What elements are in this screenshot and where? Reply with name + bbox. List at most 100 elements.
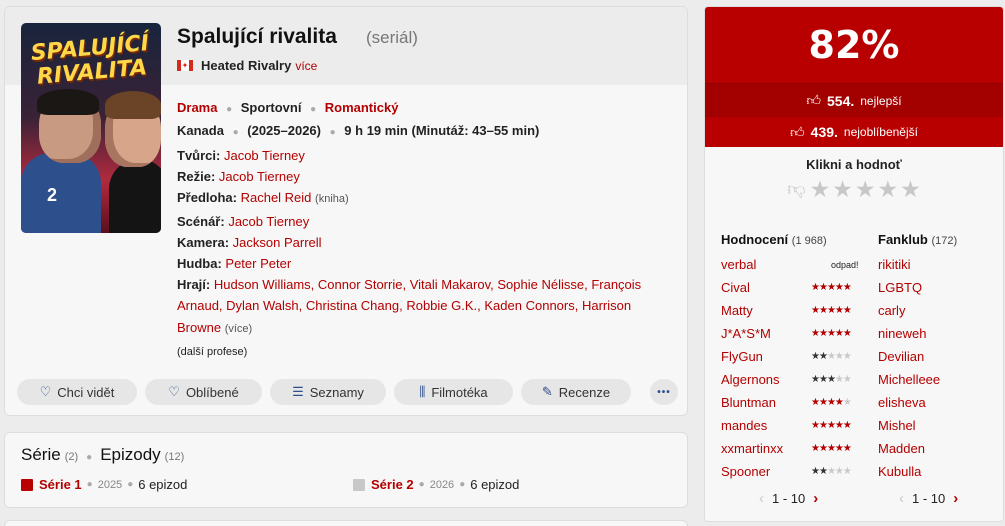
- heart-icon: ♡: [168, 384, 180, 399]
- music-label: Hudba:: [177, 256, 222, 272]
- rate-star-icon[interactable]: ★: [900, 176, 921, 202]
- star-filled-icon: ★: [842, 282, 852, 293]
- lists-button[interactable]: ☰ Seznamy: [270, 379, 386, 405]
- poster-hair-right: [105, 91, 161, 119]
- star-filled-icon: ★: [811, 374, 820, 385]
- thumbs-down-icon[interactable]: 👎︎: [787, 178, 805, 200]
- library-icon: ⫼: [419, 384, 426, 399]
- rating-stars: ★★★★★: [811, 328, 852, 339]
- music-link[interactable]: Peter Peter: [225, 256, 291, 271]
- season-item[interactable]: Série 2 ● 2026 ● 6 epizod: [353, 477, 519, 492]
- rating-user-link[interactable]: Spooner: [721, 464, 811, 479]
- rate-prompt: Klikni a hodnoť: [806, 157, 902, 172]
- cast-link[interactable]: Dylan Walsh: [226, 298, 298, 313]
- star-filled-icon: ★: [826, 397, 836, 408]
- cast-link[interactable]: Robbie G.K.: [406, 298, 477, 313]
- cast-link[interactable]: Christina Chang: [306, 298, 399, 313]
- fanclub-user-link[interactable]: carly: [878, 299, 940, 322]
- chevron-right-icon[interactable]: ›: [813, 490, 818, 507]
- creator-link[interactable]: Jacob Tierney: [224, 148, 305, 163]
- season-link[interactable]: Série 1: [39, 477, 82, 492]
- fanclub-count: (172): [931, 235, 958, 247]
- writer-link[interactable]: Jacob Tierney: [228, 214, 309, 229]
- star-filled-icon: ★: [811, 397, 820, 408]
- fanclub-user-link[interactable]: Devilian: [878, 345, 940, 368]
- cast-link[interactable]: Vitali Makarov: [410, 277, 490, 292]
- genre-drama-link[interactable]: Drama: [177, 100, 217, 115]
- film-type: (seriál): [366, 28, 418, 47]
- rating-user-link[interactable]: Matty: [721, 303, 811, 318]
- film-info: Drama ● Sportovní ● Romantický Kanada ● …: [177, 97, 677, 143]
- star-empty-icon: ★: [826, 466, 836, 477]
- cast-link[interactable]: Hudson Williams: [214, 277, 311, 292]
- fanclub-user-link[interactable]: elisheva: [878, 391, 940, 414]
- series-tab[interactable]: Série: [21, 445, 61, 465]
- rating-user-link[interactable]: mandes: [721, 418, 811, 433]
- rate-star-icon[interactable]: ★: [855, 176, 876, 202]
- season-item[interactable]: Série 1 ● 2025 ● 6 epizod: [21, 477, 187, 492]
- review-button[interactable]: ✎ Recenze: [521, 379, 631, 405]
- star-empty-icon: ★: [842, 466, 852, 477]
- poster-image[interactable]: 2 SPALUJÍCÍ RIVALITA: [21, 23, 161, 233]
- season-link[interactable]: Série 2: [371, 477, 414, 492]
- more-actions-button[interactable]: •••: [650, 379, 678, 405]
- want-to-watch-label: Chci vidět: [57, 384, 115, 400]
- original-title-more-link[interactable]: více: [295, 59, 317, 73]
- cast-more-link[interactable]: (více): [225, 323, 253, 335]
- rating-stars: ★★★★★: [811, 397, 852, 408]
- source-author-link[interactable]: Rachel Reid: [241, 190, 312, 205]
- star-filled-icon: ★: [818, 397, 828, 408]
- genre-sport[interactable]: Sportovní: [241, 100, 302, 115]
- cast-link[interactable]: Sophie Nélisse: [497, 277, 584, 292]
- best-rank: 554.: [827, 92, 855, 109]
- season-episodes: 6 epizod: [470, 477, 520, 492]
- rating-stars: ★★★★★: [811, 374, 852, 385]
- rate-star-icon[interactable]: ★: [810, 176, 831, 202]
- fanclub-user-link[interactable]: Mishel: [878, 414, 940, 437]
- rating-user-link[interactable]: Algernons: [721, 372, 811, 387]
- star-filled-icon: ★: [811, 282, 820, 293]
- thumbs-up-icon: 👍︎: [790, 123, 805, 140]
- rating-user-link[interactable]: J*A*S*M: [721, 326, 811, 341]
- chevron-right-icon[interactable]: ›: [953, 490, 958, 507]
- library-button[interactable]: ⫼ Filmotéka: [394, 379, 513, 405]
- star-filled-icon: ★: [811, 420, 820, 431]
- origin-row: Kanada ● (2025–2026) ● 9 h 19 min (Minut…: [177, 123, 540, 138]
- fanclub-user-link[interactable]: nineweh: [878, 322, 940, 345]
- director-link[interactable]: Jacob Tierney: [219, 169, 300, 184]
- camera-link[interactable]: Jackson Parrell: [233, 235, 322, 250]
- fanclub-pager: ‹ 1 - 10 ›: [899, 490, 958, 507]
- more-professions-link[interactable]: (další profese): [177, 346, 247, 358]
- cast-link[interactable]: Kaden Connors: [484, 298, 574, 313]
- ratings-header[interactable]: Hodnocení (1 968): [721, 232, 827, 247]
- rating-row: FlyGun ★★★★★: [721, 345, 859, 368]
- rating-user-link[interactable]: Bluntman: [721, 395, 811, 410]
- cast-link[interactable]: Connor Storrie: [318, 277, 403, 292]
- fanclub-user-link[interactable]: Kubulla: [878, 460, 940, 483]
- cast-label: Hrají:: [177, 277, 211, 293]
- popular-ranking-link[interactable]: 👍︎ 439. nejoblíbenější: [705, 117, 1003, 147]
- rating-user-link[interactable]: verbal: [721, 257, 811, 272]
- rating-user-link[interactable]: Cival: [721, 280, 811, 295]
- fanclub-user-link[interactable]: LGBTQ: [878, 276, 940, 299]
- want-to-watch-button[interactable]: ♡ Chci vidět: [17, 379, 137, 405]
- best-ranking-link[interactable]: 👍︎ 554. nejlepší: [705, 83, 1003, 117]
- genre-romance-link[interactable]: Romantický: [325, 100, 399, 115]
- favorite-button[interactable]: ♡ Oblíbené: [145, 379, 262, 405]
- chevron-left-icon[interactable]: ‹: [899, 490, 904, 507]
- star-empty-icon: ★: [834, 351, 844, 362]
- fanclub-user-link[interactable]: Madden: [878, 437, 940, 460]
- chevron-left-icon[interactable]: ‹: [759, 490, 764, 507]
- episodes-tab[interactable]: Epizody: [100, 445, 160, 465]
- star-filled-icon: ★: [818, 374, 828, 385]
- fanclub-user-link[interactable]: Michelleee: [878, 368, 940, 391]
- rating-user-link[interactable]: FlyGun: [721, 349, 811, 364]
- thumbs-up-icon: 👍︎: [806, 92, 821, 108]
- writer-label: Scénář:: [177, 213, 225, 229]
- rate-star-icon[interactable]: ★: [832, 176, 853, 202]
- seasons-card: Série (2) ● Epizody (12) Série 1 ● 2025 …: [4, 432, 688, 508]
- rating-user-link[interactable]: xxmartinxx: [721, 441, 811, 456]
- fanclub-header[interactable]: Fanklub (172): [878, 232, 957, 247]
- rate-star-icon[interactable]: ★: [877, 176, 898, 202]
- fanclub-user-link[interactable]: rikitiki: [878, 253, 940, 276]
